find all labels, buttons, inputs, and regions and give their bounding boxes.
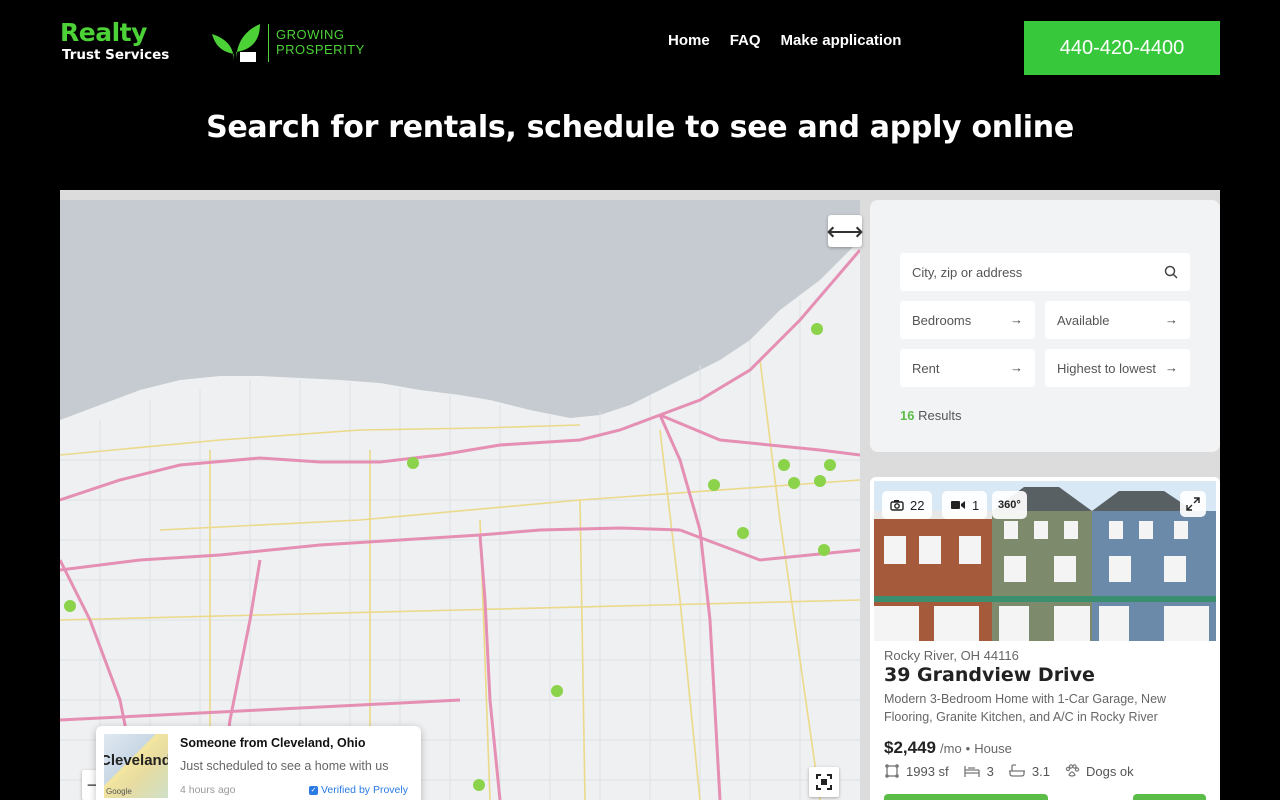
main-nav: Home FAQ Make application — [668, 32, 901, 49]
map-marker — [551, 685, 563, 697]
toast-what: Just scheduled to see a home with us — [180, 759, 389, 773]
bedrooms-label: Bedrooms — [912, 312, 972, 328]
map-marker — [737, 527, 749, 539]
rent-label: Rent — [912, 360, 940, 376]
map-marker — [811, 323, 823, 335]
listing-description: Modern 3-Bedroom Home with 1-Car Garage,… — [884, 692, 1167, 724]
available-filter[interactable]: Available → — [1045, 301, 1190, 339]
spec-baths: 3.1 — [1008, 764, 1050, 779]
bedrooms-filter[interactable]: Bedrooms → — [900, 301, 1035, 339]
logo[interactable]: Realty Trust Services GROWING PROSPERITY — [60, 18, 364, 66]
arrow-right-icon: → — [1010, 360, 1023, 375]
apply-button[interactable] — [1133, 794, 1206, 800]
thumb-attribution: Google — [106, 787, 132, 796]
tour-360-icon: 360° — [998, 499, 1021, 511]
map-marker — [814, 475, 826, 487]
photo-expand-button[interactable] — [1180, 491, 1206, 517]
fullscreen-icon — [816, 774, 832, 790]
spec-sqft: 1993 sf — [884, 763, 949, 779]
map[interactable] — [60, 200, 860, 800]
bullet-separator: • — [965, 741, 971, 756]
map-expand-button[interactable]: ⟷ — [826, 215, 864, 247]
arrow-right-icon: → — [1165, 360, 1178, 375]
nav-faq[interactable]: FAQ — [730, 32, 761, 49]
results-label: Results — [918, 408, 962, 423]
thumb-city-label: Cleveland — [104, 752, 168, 769]
beds-value: 3 — [986, 763, 994, 779]
tagline-line1: GROWING — [276, 27, 345, 42]
search-input[interactable]: City, zip or address — [900, 253, 1190, 291]
listing-photo[interactable]: 22 1 360° — [874, 481, 1216, 641]
sqft-value: 1993 sf — [906, 763, 949, 779]
map-marker — [64, 600, 76, 612]
toast-verified[interactable]: ✓ Verified by Provely — [309, 784, 408, 796]
camera-icon — [890, 500, 904, 511]
spec-pets: Dogs ok — [1064, 763, 1134, 779]
nav-make-application[interactable]: Make application — [781, 32, 902, 49]
leaf-icon — [212, 24, 260, 62]
results-number: 16 — [900, 408, 915, 423]
map-fullscreen-button[interactable] — [809, 767, 839, 797]
listing-specs: 1993 sf 3 3.1 Dogs ok — [884, 763, 1134, 779]
map-marker — [407, 457, 419, 469]
page-headline: Search for rentals, schedule to see and … — [206, 110, 1074, 145]
map-marker — [788, 477, 800, 489]
provely-notification[interactable]: Cleveland Google Someone from Cleveland,… — [96, 726, 421, 800]
logo-tagline: GROWING PROSPERITY — [276, 27, 365, 57]
pets-value: Dogs ok — [1085, 763, 1134, 779]
logo-divider — [268, 24, 269, 62]
area-icon — [885, 764, 899, 778]
sort-label: Highest to lowest — [1057, 360, 1156, 376]
listing-address[interactable]: 39 Grandview Drive — [884, 664, 1095, 686]
tagline-line2: PROSPERITY — [276, 42, 365, 57]
bed-icon — [964, 766, 980, 777]
arrow-right-icon: → — [1010, 312, 1023, 327]
virtual-tour-badge[interactable]: 360° — [992, 491, 1027, 519]
map-marker — [473, 779, 485, 791]
results-count: 16 Results — [900, 408, 961, 423]
video-camera-icon — [951, 501, 965, 509]
price-amount: $2,449 — [884, 738, 936, 757]
horizontal-arrows-icon: ⟷ — [826, 215, 864, 246]
map-canvas — [60, 200, 860, 800]
search-icon — [1164, 265, 1178, 279]
logo-brand-line1: Realty — [60, 18, 147, 47]
nav-home[interactable]: Home — [668, 32, 710, 49]
photo-count-badge[interactable]: 22 — [882, 491, 933, 519]
sort-filter[interactable]: Highest to lowest → — [1045, 349, 1190, 387]
bathtub-icon — [1008, 764, 1025, 777]
property-type: House — [974, 741, 1012, 756]
listing-location: Rocky River, OH 44116 — [884, 648, 1019, 663]
logo-brand-line2: Trust Services — [62, 47, 170, 63]
arrow-right-icon: → — [1165, 312, 1178, 327]
checkbox-icon: ✓ — [309, 785, 318, 795]
toast-when: 4 hours ago — [180, 784, 236, 796]
listing-card[interactable]: 22 1 360° Rocky River, OH 44116 39 Grand… — [870, 477, 1220, 800]
phone-button[interactable]: 440-420-4400 — [1024, 21, 1220, 75]
paw-icon — [1065, 764, 1080, 777]
spec-beds: 3 — [963, 764, 994, 779]
video-count-badge[interactable]: 1 — [942, 491, 988, 519]
expand-icon — [1186, 497, 1200, 511]
video-count: 1 — [972, 497, 980, 513]
price-unit: /mo — [940, 741, 962, 756]
toast-map-thumbnail: Cleveland Google — [104, 734, 168, 798]
photo-count: 22 — [910, 497, 925, 513]
map-marker — [824, 459, 836, 471]
rent-filter[interactable]: Rent → — [900, 349, 1035, 387]
verified-label: Verified by Provely — [321, 784, 408, 796]
search-placeholder: City, zip or address — [912, 264, 1023, 280]
schedule-button[interactable] — [884, 794, 1048, 800]
lake-erie — [60, 200, 860, 420]
map-marker — [778, 459, 790, 471]
map-marker — [818, 544, 830, 556]
toast-who: Someone from Cleveland, Ohio — [180, 736, 366, 750]
baths-value: 3.1 — [1031, 763, 1050, 779]
listing-price: $2,449 /mo • House — [884, 738, 1012, 758]
available-label: Available — [1057, 312, 1110, 328]
map-marker — [708, 479, 720, 491]
